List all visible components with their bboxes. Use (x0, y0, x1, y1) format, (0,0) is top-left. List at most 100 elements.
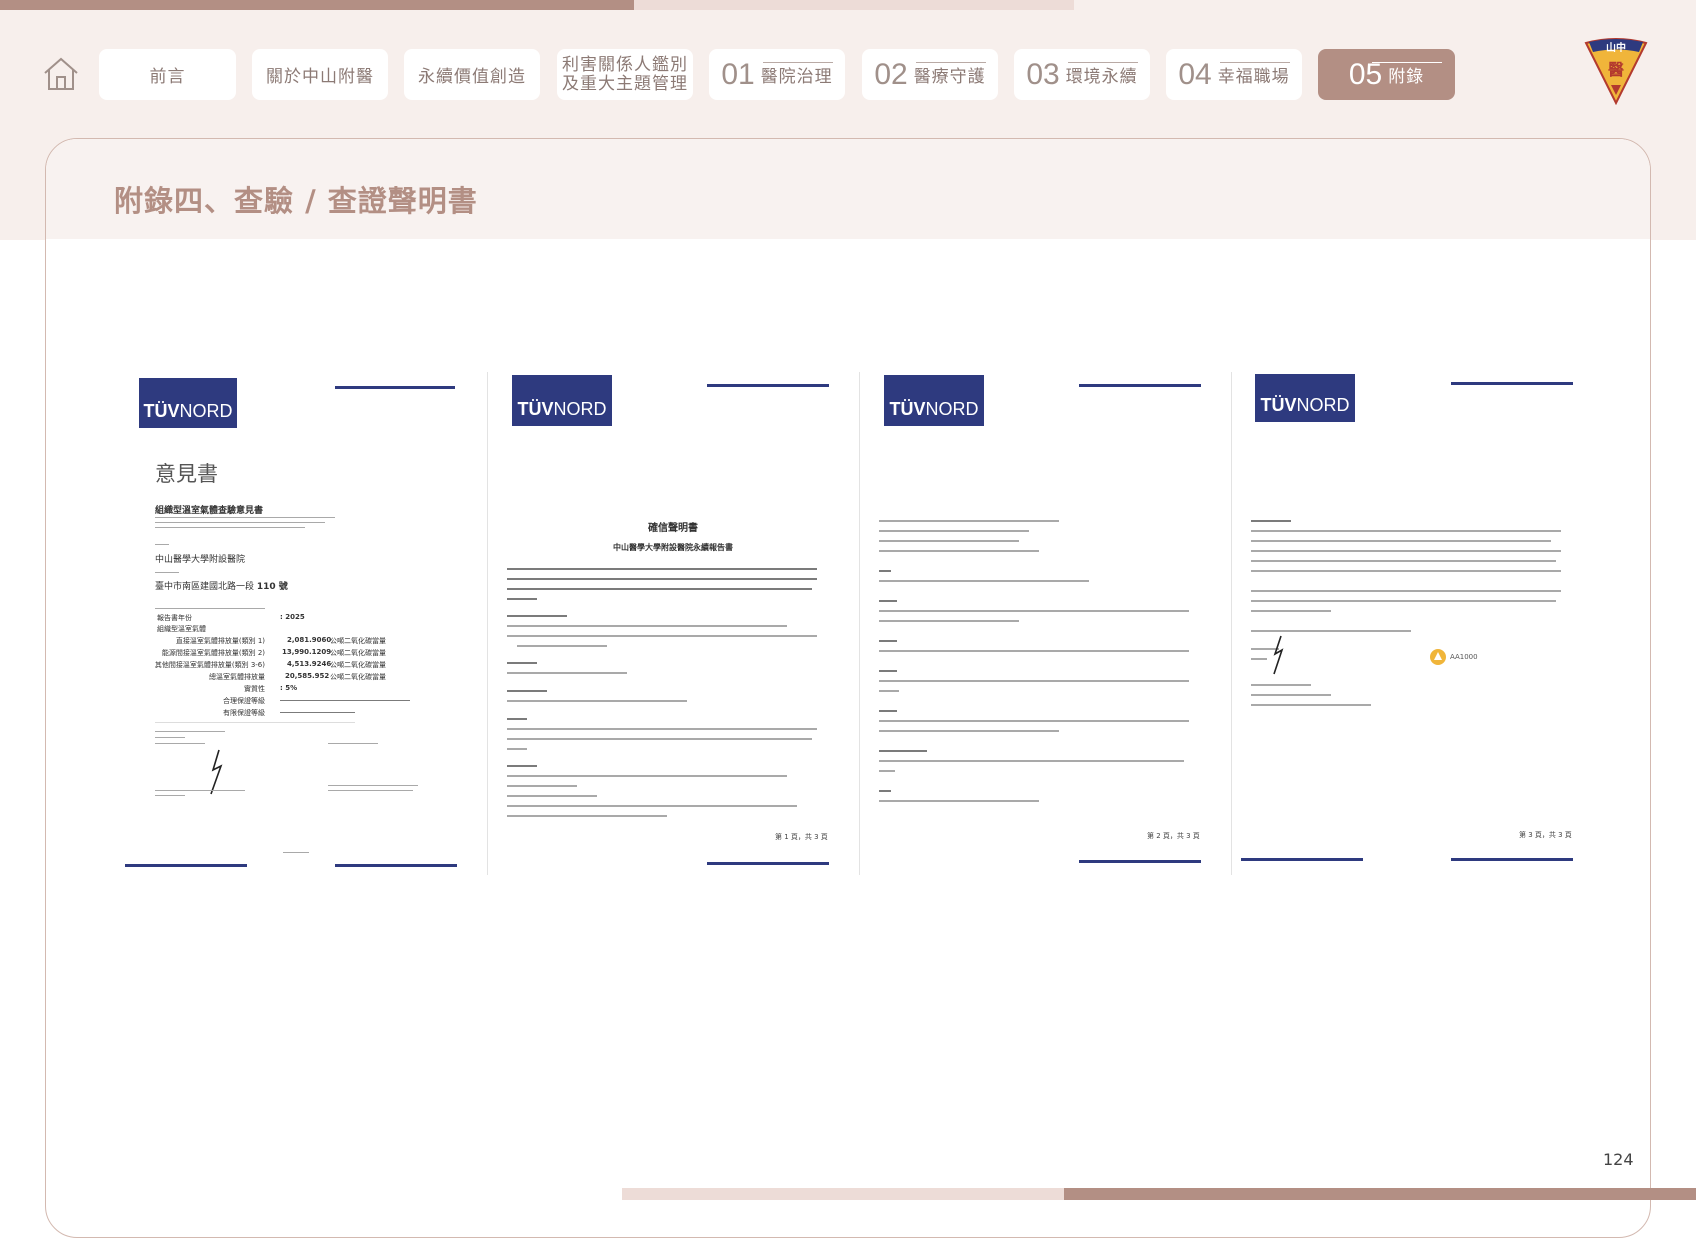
tab-medical-care[interactable]: 02 醫療守護 (862, 49, 998, 100)
tab-label-line2: 及重大主題管理 (562, 73, 688, 94)
tab-label: 前言 (149, 67, 186, 87)
address-text: 臺中市南區建國北路一段 (155, 582, 255, 592)
text-line (507, 748, 527, 750)
tab-sustainability-value[interactable]: 永續價值創造 (404, 49, 540, 100)
hospital-logo[interactable]: 山中 醫 (1583, 37, 1649, 106)
tab-appendix[interactable]: 05 附錄 (1318, 49, 1455, 100)
text-line (879, 690, 899, 692)
tab-preface[interactable]: 前言 (99, 49, 236, 100)
tab-label: 醫院治理 (760, 67, 833, 87)
tuv-nord-logo: TÜV NORD (139, 378, 237, 428)
text-line (879, 520, 1059, 522)
verification-document-2[interactable]: TÜV NORD 確信聲明書 中山醫學大學附設醫院永續報告書 第 1 頁，共 3 … (487, 372, 859, 875)
tab-stakeholders[interactable]: 利害關係人鑑別 及重大主題管理 (557, 49, 693, 100)
address-number: 110 號 (256, 582, 288, 592)
scope-label: 組織型溫室氣體 (157, 625, 206, 633)
header-rule (1451, 382, 1573, 385)
text-line (155, 544, 169, 545)
emission-value: 2,081.9060 (287, 636, 332, 644)
text-line (155, 522, 325, 523)
verification-document-4[interactable]: TÜV NORD AA1000 第 3 頁，共 3 頁 (1231, 372, 1603, 875)
verification-document-3[interactable]: TÜV NORD 第 2 頁，共 3 頁 (859, 372, 1231, 875)
text-line (507, 672, 627, 674)
tab-about[interactable]: 關於中山附醫 (252, 49, 388, 100)
text-line (879, 710, 897, 712)
text-line (879, 610, 1189, 612)
aa1000-stamp-text: AA1000 (1450, 653, 1478, 661)
text-line (155, 722, 355, 723)
section-title: 附錄四、查驗 / 查證聲明書 (114, 184, 478, 218)
text-line (879, 540, 1019, 542)
text-line (507, 578, 817, 580)
text-line (1251, 590, 1561, 592)
text-line (328, 743, 378, 744)
text-line (507, 805, 797, 807)
text-line (879, 640, 897, 642)
page-divider (1231, 372, 1232, 875)
emission-unit: 公噸二氧化碳當量 (330, 649, 386, 657)
header-rule (707, 384, 829, 387)
tab-environment[interactable]: 03 環境永續 (1014, 49, 1150, 100)
footer-rule (1079, 860, 1201, 863)
text-line (879, 800, 1039, 802)
text-line (507, 598, 537, 600)
tab-workplace[interactable]: 04 幸福職場 (1166, 49, 1302, 100)
signature (210, 749, 223, 795)
logo-text-nord: NORD (925, 399, 979, 419)
tab-rule (916, 62, 986, 63)
text-line (1251, 684, 1311, 686)
footer-rule (1451, 858, 1573, 861)
text-line (507, 795, 597, 797)
home-icon[interactable] (42, 55, 80, 93)
text-line (1251, 610, 1331, 612)
text-line (280, 712, 355, 713)
text-line (1251, 540, 1551, 542)
text-line (155, 527, 305, 528)
logo-text-nord: NORD (179, 401, 233, 421)
tuv-nord-logo: TÜV NORD (1255, 374, 1355, 422)
tab-label: 幸福職場 (1217, 67, 1290, 87)
text-line (328, 785, 418, 786)
text-line (1251, 630, 1411, 632)
text-line (1251, 520, 1291, 522)
text-line (879, 670, 897, 672)
text-line (155, 743, 205, 744)
text-line (155, 790, 245, 791)
report-year-label: 報告書年份 (157, 614, 192, 622)
tuv-nord-logo: TÜV NORD (512, 375, 612, 426)
top-accent-bar (0, 0, 634, 10)
text-line (507, 662, 537, 664)
verification-document-1[interactable]: TÜV NORD 意見書 組織型溫室氣體查驗意見書 中山醫學大學附設醫院 臺中市南… (115, 372, 487, 875)
text-line (879, 620, 1019, 622)
text-line (155, 608, 265, 609)
text-line (879, 720, 1189, 722)
text-line (879, 760, 1184, 762)
tab-label-line1: 利害關係人鑑別 (562, 54, 688, 75)
footer-rule (335, 864, 457, 867)
text-line (155, 737, 185, 738)
logo-text-nord: NORD (1296, 395, 1350, 415)
tab-number: 03 (1026, 57, 1060, 91)
text-line (1251, 600, 1556, 602)
tab-label: 環境永續 (1065, 67, 1138, 87)
tab-rule (1372, 62, 1442, 63)
hospital-address: 臺中市南區建國北路一段 110 號 (155, 579, 288, 592)
tab-governance[interactable]: 01 醫院治理 (709, 49, 845, 100)
logo-text-tuv: TÜV (517, 399, 554, 419)
text-line (507, 690, 547, 692)
text-line (283, 852, 309, 853)
text-line (507, 700, 687, 702)
text-line (879, 680, 1189, 682)
page-divider (487, 372, 488, 875)
text-line (1251, 530, 1561, 532)
emission-label: 其他間接溫室氣體排放量(類別 3-6) (154, 661, 265, 669)
document-subheading: 組織型溫室氣體查驗意見書 (155, 506, 264, 516)
emission-unit: 公噸二氧化碳當量 (330, 673, 386, 681)
emission-label: 總溫室氣體排放量 (209, 673, 265, 681)
tab-label: 附錄 (1388, 67, 1425, 87)
text-line (879, 750, 927, 752)
materiality-value: : 5% (280, 684, 298, 692)
text-line (507, 815, 667, 817)
emission-label: 直接溫室氣體排放量(類別 1) (175, 637, 265, 645)
text-line (507, 765, 537, 767)
